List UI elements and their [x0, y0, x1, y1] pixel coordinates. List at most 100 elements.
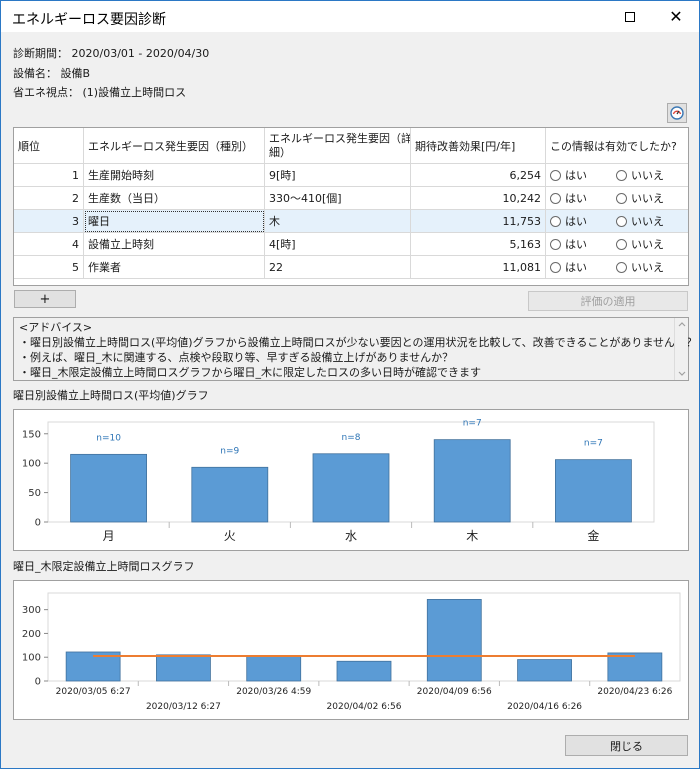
advice-box: <アドバイス> ・曜日別設備立上時間ロス(平均値)グラフから設備立上時間ロスが少… [13, 317, 697, 381]
col-header-detail-line1: エネルギーロス発生要因（詳 [269, 131, 411, 145]
radio-circle-icon [550, 192, 561, 204]
feedback-cell: はい いいえ [546, 233, 688, 256]
close-icon: ✕ [669, 7, 683, 26]
yes-radio[interactable]: はい [550, 259, 616, 275]
no-label: いいえ [631, 238, 664, 251]
table-row[interactable]: 1 生産開始時刻 9[時] 6,254 はい いいえ [14, 164, 688, 187]
period-label: 診断期間： [13, 47, 68, 60]
close-button[interactable]: 閉じる [565, 735, 688, 756]
count-annotation: n=7 [463, 419, 482, 429]
bar [156, 654, 211, 682]
y-tick-label: 0 [35, 677, 41, 688]
no-radio[interactable]: いいえ [616, 167, 664, 183]
col-header-valid: この情報は有効でしたか? [546, 128, 688, 164]
advice-line-3: ・曜日_木限定設備立上時間ロスグラフから曜日_木に限定したロスの多い日時が確認で… [19, 366, 481, 379]
rank-cell: 3 [14, 210, 84, 233]
viewpoint-line: 省エネ視点： (1)設備立上時間ロス [13, 84, 186, 100]
effect-cell: 10,242 [411, 187, 546, 210]
bar [336, 660, 392, 682]
rank-cell: 2 [14, 187, 84, 210]
detail-cell: 22 [265, 256, 411, 279]
maximize-button[interactable] [607, 1, 653, 32]
count-annotation: n=9 [220, 446, 239, 456]
bar [426, 599, 482, 682]
yes-label: はい [565, 261, 587, 274]
x-date-label: 2020/04/23 6:26 [597, 687, 672, 697]
advice-scrollbar[interactable] [674, 318, 688, 380]
yes-radio[interactable]: はい [550, 190, 616, 206]
y-tick-label: 0 [35, 518, 41, 529]
detail-cell: 木 [265, 210, 411, 233]
rank-cell: 4 [14, 233, 84, 256]
apply-evaluation-button[interactable]: 評価の適用 [528, 291, 688, 311]
x-date-label: 2020/03/26 4:59 [236, 687, 311, 697]
radio-circle-icon [550, 238, 561, 250]
no-label: いいえ [631, 169, 664, 182]
equipment-value: 設備B [60, 67, 91, 80]
no-radio[interactable]: いいえ [616, 190, 664, 206]
radio-circle-icon [616, 215, 627, 227]
chart2-title: 曜日_木限定設備立上時間ロスグラフ [13, 560, 195, 573]
col-header-detail-line2: 細） [269, 145, 291, 159]
period-value: 2020/03/01 - 2020/04/30 [71, 47, 210, 60]
advice-line-2: ・例えば、曜日_木に関連する、点検や段取り等、早すぎる設備立上げがありませんか？ [19, 351, 454, 364]
viewpoint-value: (1)設備立上時間ロス [82, 86, 187, 99]
bar [312, 453, 390, 523]
maximize-icon [625, 11, 635, 22]
x-category-label: 月 [103, 529, 115, 543]
window-title: エネルギーロス要因診断 [12, 12, 166, 28]
effect-cell: 5,163 [411, 233, 546, 256]
yes-radio[interactable]: はい [550, 236, 616, 252]
equipment-label: 設備名： [13, 67, 57, 80]
table-row[interactable]: 4 設備立上時刻 4[時] 5,163 はい いいえ [14, 233, 688, 256]
radio-circle-icon [616, 261, 627, 273]
title-bar: エネルギーロス要因診断 ✕ [1, 1, 699, 32]
bar [246, 655, 302, 682]
no-radio[interactable]: いいえ [616, 259, 664, 275]
type-cell: 設備立上時刻 [84, 233, 265, 256]
detail-cell: 330～410[個] [265, 187, 411, 210]
no-radio[interactable]: いいえ [616, 213, 664, 229]
x-date-label: 2020/04/09 6:56 [417, 687, 492, 697]
advice-heading: <アドバイス> [19, 321, 93, 334]
effect-cell: 6,254 [411, 164, 546, 187]
settings-button[interactable] [667, 103, 687, 123]
chart1-title: 曜日別設備立上時間ロス(平均値)グラフ [13, 389, 209, 402]
add-row-button[interactable]: + [14, 290, 76, 308]
table-row[interactable]: 5 作業者 22 11,081 はい いいえ [14, 256, 688, 279]
count-annotation: n=8 [342, 433, 361, 443]
feedback-cell: はい いいえ [546, 164, 688, 187]
radio-circle-icon [616, 238, 627, 250]
feedback-cell: はい いいえ [546, 210, 688, 233]
scroll-down-icon [678, 371, 686, 376]
table-row[interactable]: 3 曜日木 11,753 はい いいえ [14, 210, 688, 233]
bar [517, 659, 572, 682]
chart1-panel: 0 50 100 150 n=10 月 n=9 火 n=8 水 n=7 木 n=7 金 [13, 409, 689, 551]
col-header-detail: エネルギーロス発生要因（詳 細） [265, 128, 411, 164]
x-category-label: 水 [345, 529, 357, 543]
x-date-label: 2020/04/16 6:26 [507, 702, 582, 712]
effect-cell: 11,753 [411, 210, 546, 233]
type-cell: 生産開始時刻 [84, 164, 265, 187]
yes-radio[interactable]: はい [550, 167, 616, 183]
dialog-window: エネルギーロス要因診断 ✕ 診断期間： 2020/03/01 - 2020/04… [0, 0, 700, 769]
no-radio[interactable]: いいえ [616, 236, 664, 252]
yes-radio[interactable]: はい [550, 213, 616, 229]
no-label: いいえ [631, 261, 664, 274]
y-tick-label: 150 [22, 429, 41, 440]
col-header-type: エネルギーロス発生要因（種別） [84, 128, 265, 164]
scroll-up-icon [678, 322, 686, 327]
table-row[interactable]: 2 生産数（当日） 330～410[個] 10,242 はい いいえ [14, 187, 688, 210]
radio-circle-icon [550, 261, 561, 273]
effect-cell: 11,081 [411, 256, 546, 279]
close-window-button[interactable]: ✕ [653, 1, 699, 32]
rank-cell: 5 [14, 256, 84, 279]
radio-circle-icon [550, 169, 561, 181]
no-label: いいえ [631, 215, 664, 228]
feedback-cell: はい いいえ [546, 256, 688, 279]
yes-label: はい [565, 169, 587, 182]
radio-circle-icon [550, 215, 561, 227]
count-annotation: n=7 [584, 439, 603, 449]
col-header-effect: 期待改善効果[円/年] [411, 128, 546, 164]
table-header: 順位 エネルギーロス発生要因（種別） エネルギーロス発生要因（詳 細） 期待改善… [14, 128, 688, 164]
